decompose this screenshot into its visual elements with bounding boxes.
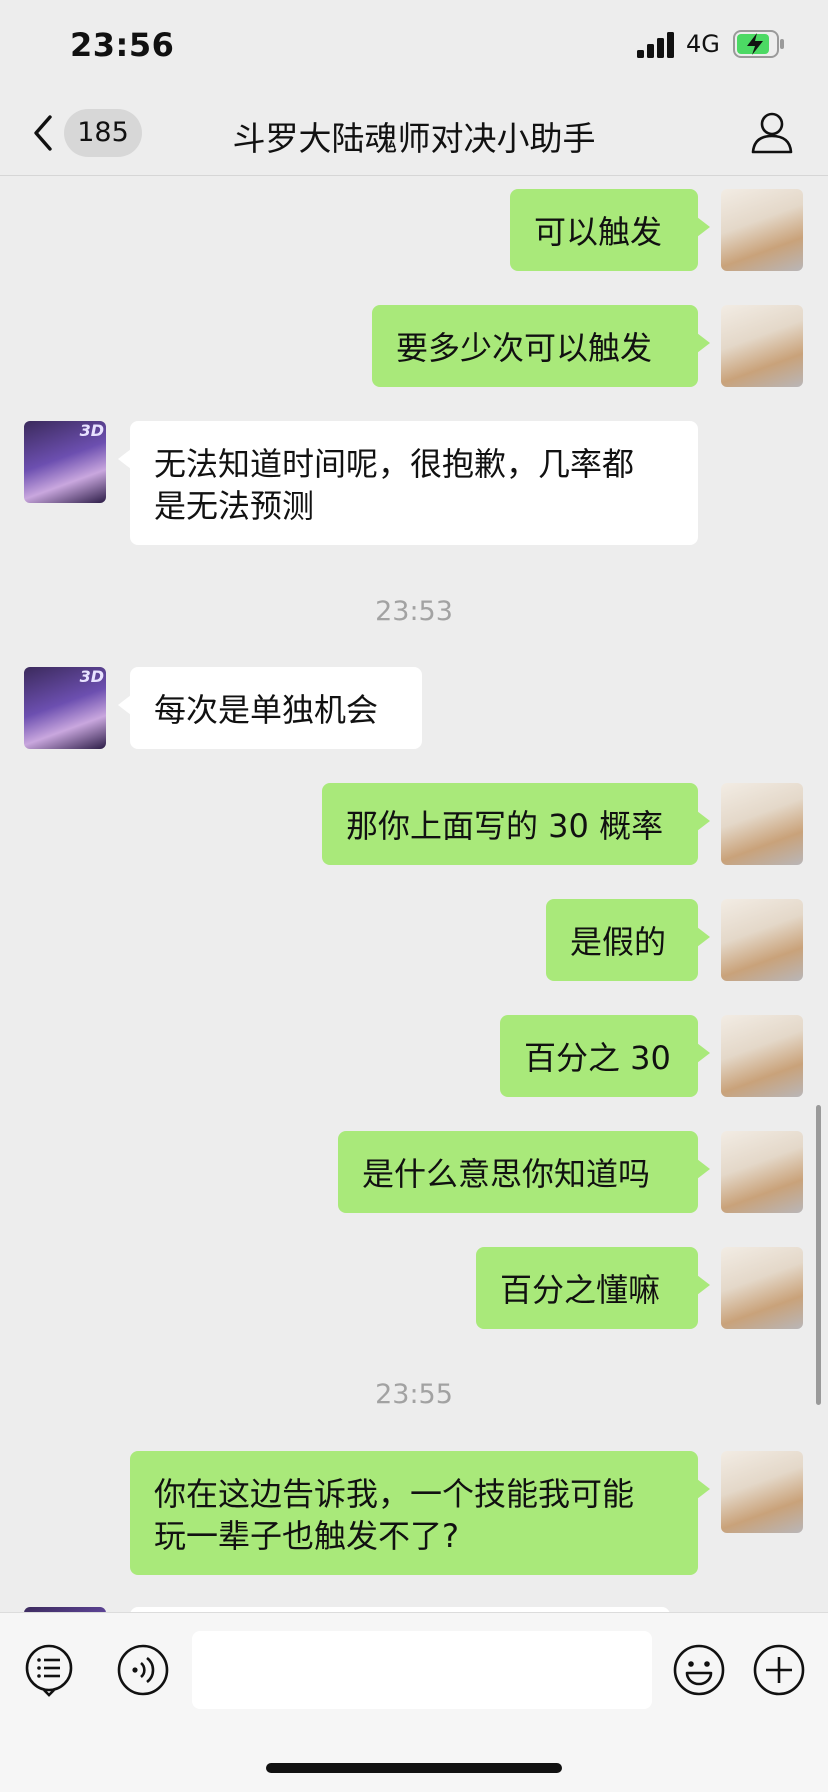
smiley-icon[interactable] [672,1643,726,1697]
signal-icon [637,32,674,58]
assistant-avatar[interactable]: 3D [24,421,106,503]
status-bar: 23:56 4G [0,0,828,92]
message-bubble[interactable]: 你在这边告诉我，一个技能我可能 玩一辈子也触发不了? [130,1451,710,1575]
plus-icon[interactable] [752,1643,806,1697]
message-input[interactable] [192,1631,652,1709]
message-timestamp: 23:53 [375,596,453,627]
voice-icon[interactable] [116,1643,170,1697]
battery-charging-icon [733,30,784,58]
my-avatar[interactable] [721,1247,803,1329]
message-list[interactable]: 可以触发 要多少次可以触发 3D 无法知道时间呢，很抱歉，几率都 是无法预测 2… [0,177,828,1612]
my-avatar[interactable] [721,1451,803,1533]
message-bubble[interactable]: 可以触发 [510,189,710,271]
chat-title: 斗罗大陆魂师对决小助手 [232,119,596,158]
person-icon[interactable] [750,110,794,154]
my-avatar[interactable] [721,1015,803,1097]
my-avatar[interactable] [721,189,803,271]
message-bubble[interactable]: 是假的 [546,899,710,981]
network-type: 4G [686,30,720,58]
my-avatar[interactable] [721,899,803,981]
message-bubble[interactable]: 百分之懂嘛 [476,1247,710,1329]
list-menu-icon[interactable] [22,1643,76,1697]
message-bubble[interactable]: 要多少次可以触发 [372,305,710,387]
my-avatar[interactable] [721,783,803,865]
home-indicator[interactable] [266,1763,562,1773]
message-bubble[interactable]: 无法知道时间呢，很抱歉，几率都 是无法预测 [118,421,698,545]
avatar-3d-badge: 3D [79,667,104,686]
chat-header: 185 斗罗大陆魂师对决小助手 [0,92,828,176]
my-avatar[interactable] [721,1131,803,1213]
my-avatar[interactable] [721,305,803,387]
message-bubble[interactable]: 百分之 30 [500,1015,710,1097]
avatar-3d-badge: 3D [79,421,104,440]
message-timestamp: 23:55 [375,1379,453,1410]
message-bubble[interactable]: 每次是单独机会 [118,667,422,749]
message-bubble[interactable]: 是什么意思你知道吗 [338,1131,710,1213]
message-bubble[interactable]: 那你上面写的 30 概率 [322,783,710,865]
scrollbar[interactable] [816,1105,821,1405]
status-time: 23:56 [70,26,175,64]
assistant-avatar[interactable]: 3D [24,667,106,749]
